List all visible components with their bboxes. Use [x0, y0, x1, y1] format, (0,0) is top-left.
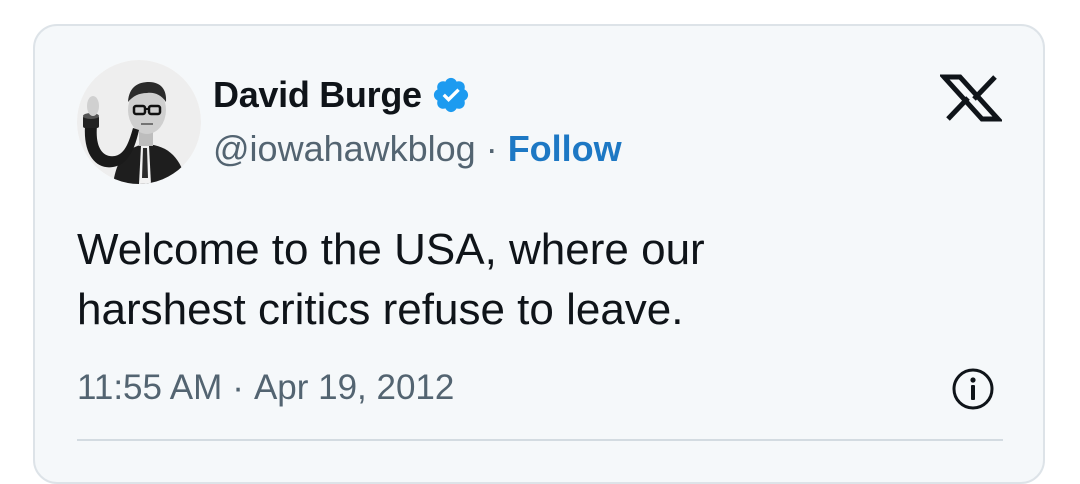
tweet-text-line: harshest critics refuse to leave. — [77, 285, 684, 334]
separator-dot: · — [485, 128, 498, 169]
author-display-name[interactable]: David Burge — [213, 74, 422, 116]
verified-badge-icon — [431, 75, 471, 115]
info-icon[interactable] — [950, 366, 996, 412]
separator-dot: · — [232, 368, 244, 407]
divider — [77, 439, 1003, 441]
author-handle-row: @iowahawkblog · Follow — [213, 126, 622, 172]
tweet-text-line: Welcome to the USA, where our — [77, 225, 705, 274]
x-logo-icon[interactable] — [938, 74, 1004, 122]
tweet-time: 11:55 AM — [77, 368, 223, 407]
author-handle[interactable]: @iowahawkblog — [213, 128, 476, 170]
author-name-row: David Burge — [213, 72, 471, 118]
timestamp[interactable]: 11:55 AM · Apr 19, 2012 — [77, 364, 454, 412]
tweet-text: Welcome to the USA, where our harshest c… — [77, 220, 977, 340]
follow-button[interactable]: Follow — [508, 128, 622, 170]
avatar[interactable] — [77, 60, 201, 184]
avatar-photo — [77, 60, 201, 184]
tweet-date: Apr 19, 2012 — [253, 368, 455, 407]
